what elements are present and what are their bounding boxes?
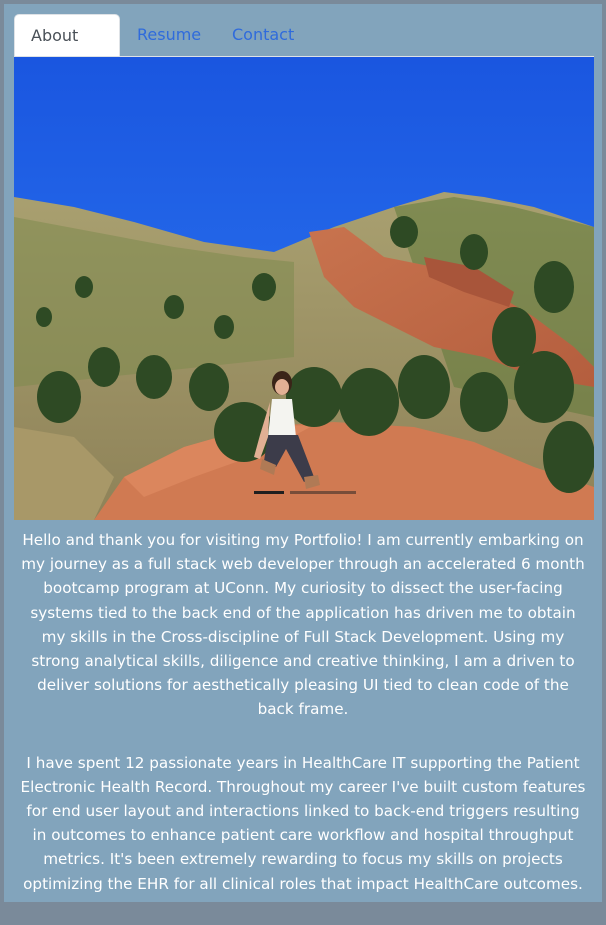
tab-contact[interactable]: Contact [216,14,316,55]
carousel-indicators [14,491,594,495]
bio-paragraph-2: I have spent 12 passionate years in Heal… [20,753,586,893]
about-me-text: Hello and thank you for visiting my Port… [18,528,588,925]
tab-resume[interactable]: Resume [121,14,217,55]
nav-tabs: About Me Resume Contact [14,14,594,86]
bio-paragraph-1: Hello and thank you for visiting my Port… [21,531,585,719]
carousel-indicator-2[interactable] [290,491,356,494]
page-container: About Me Resume Contact [4,4,602,902]
carousel-photo [14,57,594,520]
photo-carousel[interactable] [14,57,594,520]
carousel-indicator-1[interactable] [254,491,284,494]
tab-about-me[interactable]: About Me [14,14,120,86]
